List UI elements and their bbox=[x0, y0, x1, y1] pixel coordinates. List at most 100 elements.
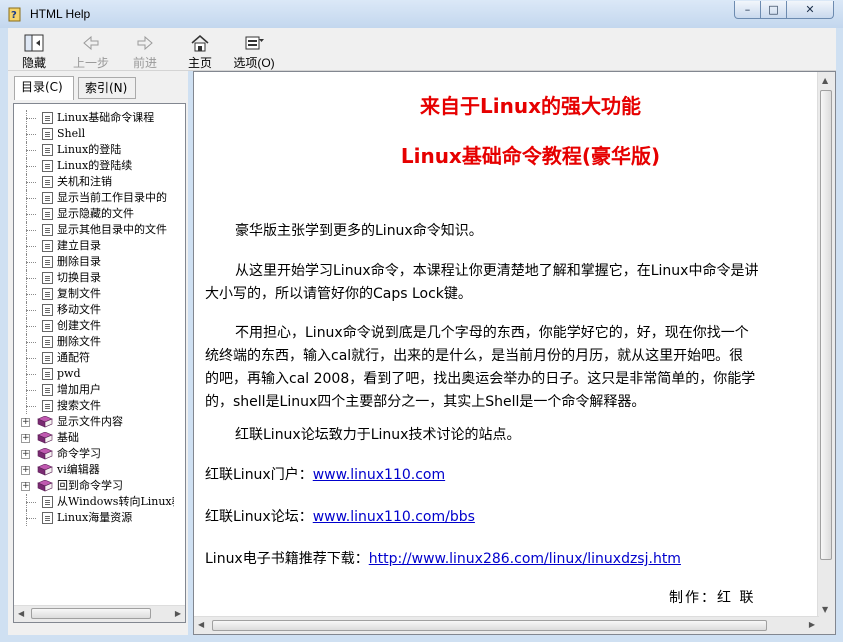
scroll-left-icon[interactable]: ◀ bbox=[18, 609, 24, 618]
tree-guide-line bbox=[26, 398, 36, 414]
tree-guide-line bbox=[26, 142, 36, 158]
ebook-line: Linux电子书籍推荐下载：http://www.linux286.com/li… bbox=[205, 548, 819, 571]
expand-icon[interactable]: + bbox=[21, 418, 30, 427]
forum-intro-paragraph: 红联Linux论坛致力于Linux技术讨论的站点。 bbox=[205, 424, 819, 447]
forum-link[interactable]: www.linux110.com/bbs bbox=[313, 509, 475, 525]
minimize-button[interactable]: – bbox=[734, 1, 761, 19]
tree-item-label: 切换目录 bbox=[57, 271, 101, 284]
topic-vertical-scrollbar[interactable]: ▲ ▼ bbox=[817, 72, 835, 618]
tree-page-item[interactable]: 切换目录 bbox=[14, 270, 174, 286]
tree-guide-line bbox=[26, 190, 36, 206]
expand-icon[interactable]: + bbox=[21, 482, 30, 491]
maximize-button[interactable]: □ bbox=[760, 1, 787, 19]
cal-text-line4: 的，shell是Linux四个主要部分之一，其实上Shell是一个命令解释器。 bbox=[205, 394, 646, 410]
back-arrow-icon bbox=[83, 35, 99, 51]
forward-arrow-icon bbox=[137, 35, 153, 51]
tree-book-item[interactable]: + 显示文件内容 bbox=[14, 414, 174, 430]
hide-button[interactable]: 隐藏 bbox=[10, 31, 58, 70]
home-button[interactable]: 主页 bbox=[176, 31, 224, 70]
hide-label: 隐藏 bbox=[21, 56, 46, 70]
tree-page-item[interactable]: 搜索文件 bbox=[14, 398, 174, 414]
tree-item-label: pwd bbox=[57, 367, 81, 380]
tree-guide-line bbox=[26, 206, 36, 222]
tree-book-item[interactable]: + 基础 bbox=[14, 430, 174, 446]
tree-page-item[interactable]: 删除目录 bbox=[14, 254, 174, 270]
tree-page-item[interactable]: 显示当前工作目录中的 bbox=[14, 190, 174, 206]
scroll-corner bbox=[818, 617, 835, 634]
page-icon bbox=[42, 256, 53, 268]
intro-text: 豪华版主张学到更多的Linux命令知识。 bbox=[235, 223, 483, 239]
topic-heading: 来自于Linux的强大功能 bbox=[420, 94, 641, 118]
tree-scroll-thumb[interactable] bbox=[31, 608, 151, 619]
topic-horizontal-scrollbar[interactable]: ◀ ▶ bbox=[194, 616, 819, 634]
tree-item-label: 回到命令学习 bbox=[57, 479, 123, 492]
page-icon bbox=[42, 496, 53, 508]
tree-page-item[interactable]: 增加用户 bbox=[14, 382, 174, 398]
tree-guide-line bbox=[26, 158, 36, 174]
tree-page-item[interactable]: 显示其他目录中的文件 bbox=[14, 222, 174, 238]
close-button[interactable]: ✕ bbox=[786, 1, 834, 19]
case-text-line1: 从这里开始学习Linux命令，本课程让你更清楚地了解和掌握它，在Linux中命令… bbox=[235, 263, 759, 279]
case-text-line2: 大小写的，所以请管好你的Caps Lock键。 bbox=[205, 286, 472, 302]
page-icon bbox=[42, 400, 53, 412]
forward-button[interactable]: 前进 bbox=[121, 31, 169, 70]
tree-book-item[interactable]: + 命令学习 bbox=[14, 446, 174, 462]
tree-page-item[interactable]: 创建文件 bbox=[14, 318, 174, 334]
expand-icon[interactable]: + bbox=[21, 434, 30, 443]
scroll-left-icon[interactable]: ◀ bbox=[198, 620, 204, 629]
portal-link[interactable]: www.linux110.com bbox=[313, 467, 445, 483]
options-button[interactable]: 选项(O) bbox=[228, 31, 280, 70]
tree-page-item[interactable]: 从Windows转向Linux教 bbox=[14, 494, 174, 510]
page-icon bbox=[42, 336, 53, 348]
tree-item-label: 显示文件内容 bbox=[57, 415, 123, 428]
tree-item-label: 显示隐藏的文件 bbox=[57, 207, 134, 220]
topic-hscroll-thumb[interactable] bbox=[212, 620, 767, 631]
tree-item-label: Linux的登陆 bbox=[57, 143, 122, 156]
tree-book-item[interactable]: + vi编辑器 bbox=[14, 462, 174, 478]
tree-item-label: 搜索文件 bbox=[57, 399, 101, 412]
tree-guide-line bbox=[26, 366, 36, 382]
topic-subheading: Linux基础命令教程(豪华版) bbox=[400, 144, 661, 168]
tree-page-item[interactable]: Linux海量资源 bbox=[14, 510, 174, 526]
scroll-up-icon[interactable]: ▲ bbox=[822, 76, 828, 85]
cal-text-line1: 不用担心，Linux命令说到底是几个字母的东西，你能学好它的，好，现在你找一个 bbox=[235, 325, 749, 341]
scroll-right-icon[interactable]: ▶ bbox=[809, 620, 815, 629]
forum-line: 红联Linux论坛：www.linux110.com/bbs bbox=[205, 506, 819, 529]
forum-label: 红联Linux论坛： bbox=[205, 509, 313, 525]
topic-vscroll-thumb[interactable] bbox=[820, 90, 832, 560]
back-button[interactable]: 上一步 bbox=[65, 31, 117, 70]
ebook-link[interactable]: http://www.linux286.com/linux/linuxdzsj.… bbox=[369, 551, 681, 567]
tree-book-item[interactable]: + 回到命令学习 bbox=[14, 478, 174, 494]
book-icon bbox=[37, 432, 53, 444]
tree-page-item[interactable]: 删除文件 bbox=[14, 334, 174, 350]
tree-page-item[interactable]: 关机和注销 bbox=[14, 174, 174, 190]
tree-page-item[interactable]: 通配符 bbox=[14, 350, 174, 366]
tab-index[interactable]: 索引(N) bbox=[78, 77, 136, 99]
tab-contents[interactable]: 目录(C) bbox=[14, 76, 74, 100]
scroll-down-icon[interactable]: ▼ bbox=[822, 605, 828, 614]
tree-page-item[interactable]: Linux的登陆 bbox=[14, 142, 174, 158]
options-label: 选项(O) bbox=[233, 56, 275, 70]
title-bar: ? HTML Help – □ ✕ bbox=[0, 0, 843, 28]
tree-page-item[interactable]: 显示隐藏的文件 bbox=[14, 206, 174, 222]
tree-guide-line bbox=[26, 318, 36, 334]
tree-item-label: 删除文件 bbox=[57, 335, 101, 348]
tree-page-item[interactable]: pwd bbox=[14, 366, 174, 382]
scroll-right-icon[interactable]: ▶ bbox=[175, 609, 181, 618]
options-icon bbox=[245, 36, 264, 50]
expand-icon[interactable]: + bbox=[21, 466, 30, 475]
expand-icon[interactable]: + bbox=[21, 450, 30, 459]
toolbar: 隐藏 上一步 前进 主页 选项(O) bbox=[8, 28, 836, 71]
home-label: 主页 bbox=[187, 56, 212, 70]
tree-page-item[interactable]: 建立目录 bbox=[14, 238, 174, 254]
tree-page-item[interactable]: Shell bbox=[14, 126, 174, 142]
help-book-icon: ? bbox=[8, 7, 21, 22]
tree-page-item[interactable]: 复制文件 bbox=[14, 286, 174, 302]
tree-horizontal-scrollbar[interactable]: ◀ ▶ bbox=[14, 605, 185, 622]
page-icon bbox=[42, 384, 53, 396]
tree-page-item[interactable]: Linux的登陆续 bbox=[14, 158, 174, 174]
tree-page-item[interactable]: Linux基础命令课程 bbox=[14, 110, 174, 126]
tree-guide-line bbox=[26, 510, 36, 526]
topic-pane: 来自于Linux的强大功能 Linux基础命令教程(豪华版) 豪华版主张学到更多… bbox=[193, 71, 836, 635]
tree-page-item[interactable]: 移动文件 bbox=[14, 302, 174, 318]
